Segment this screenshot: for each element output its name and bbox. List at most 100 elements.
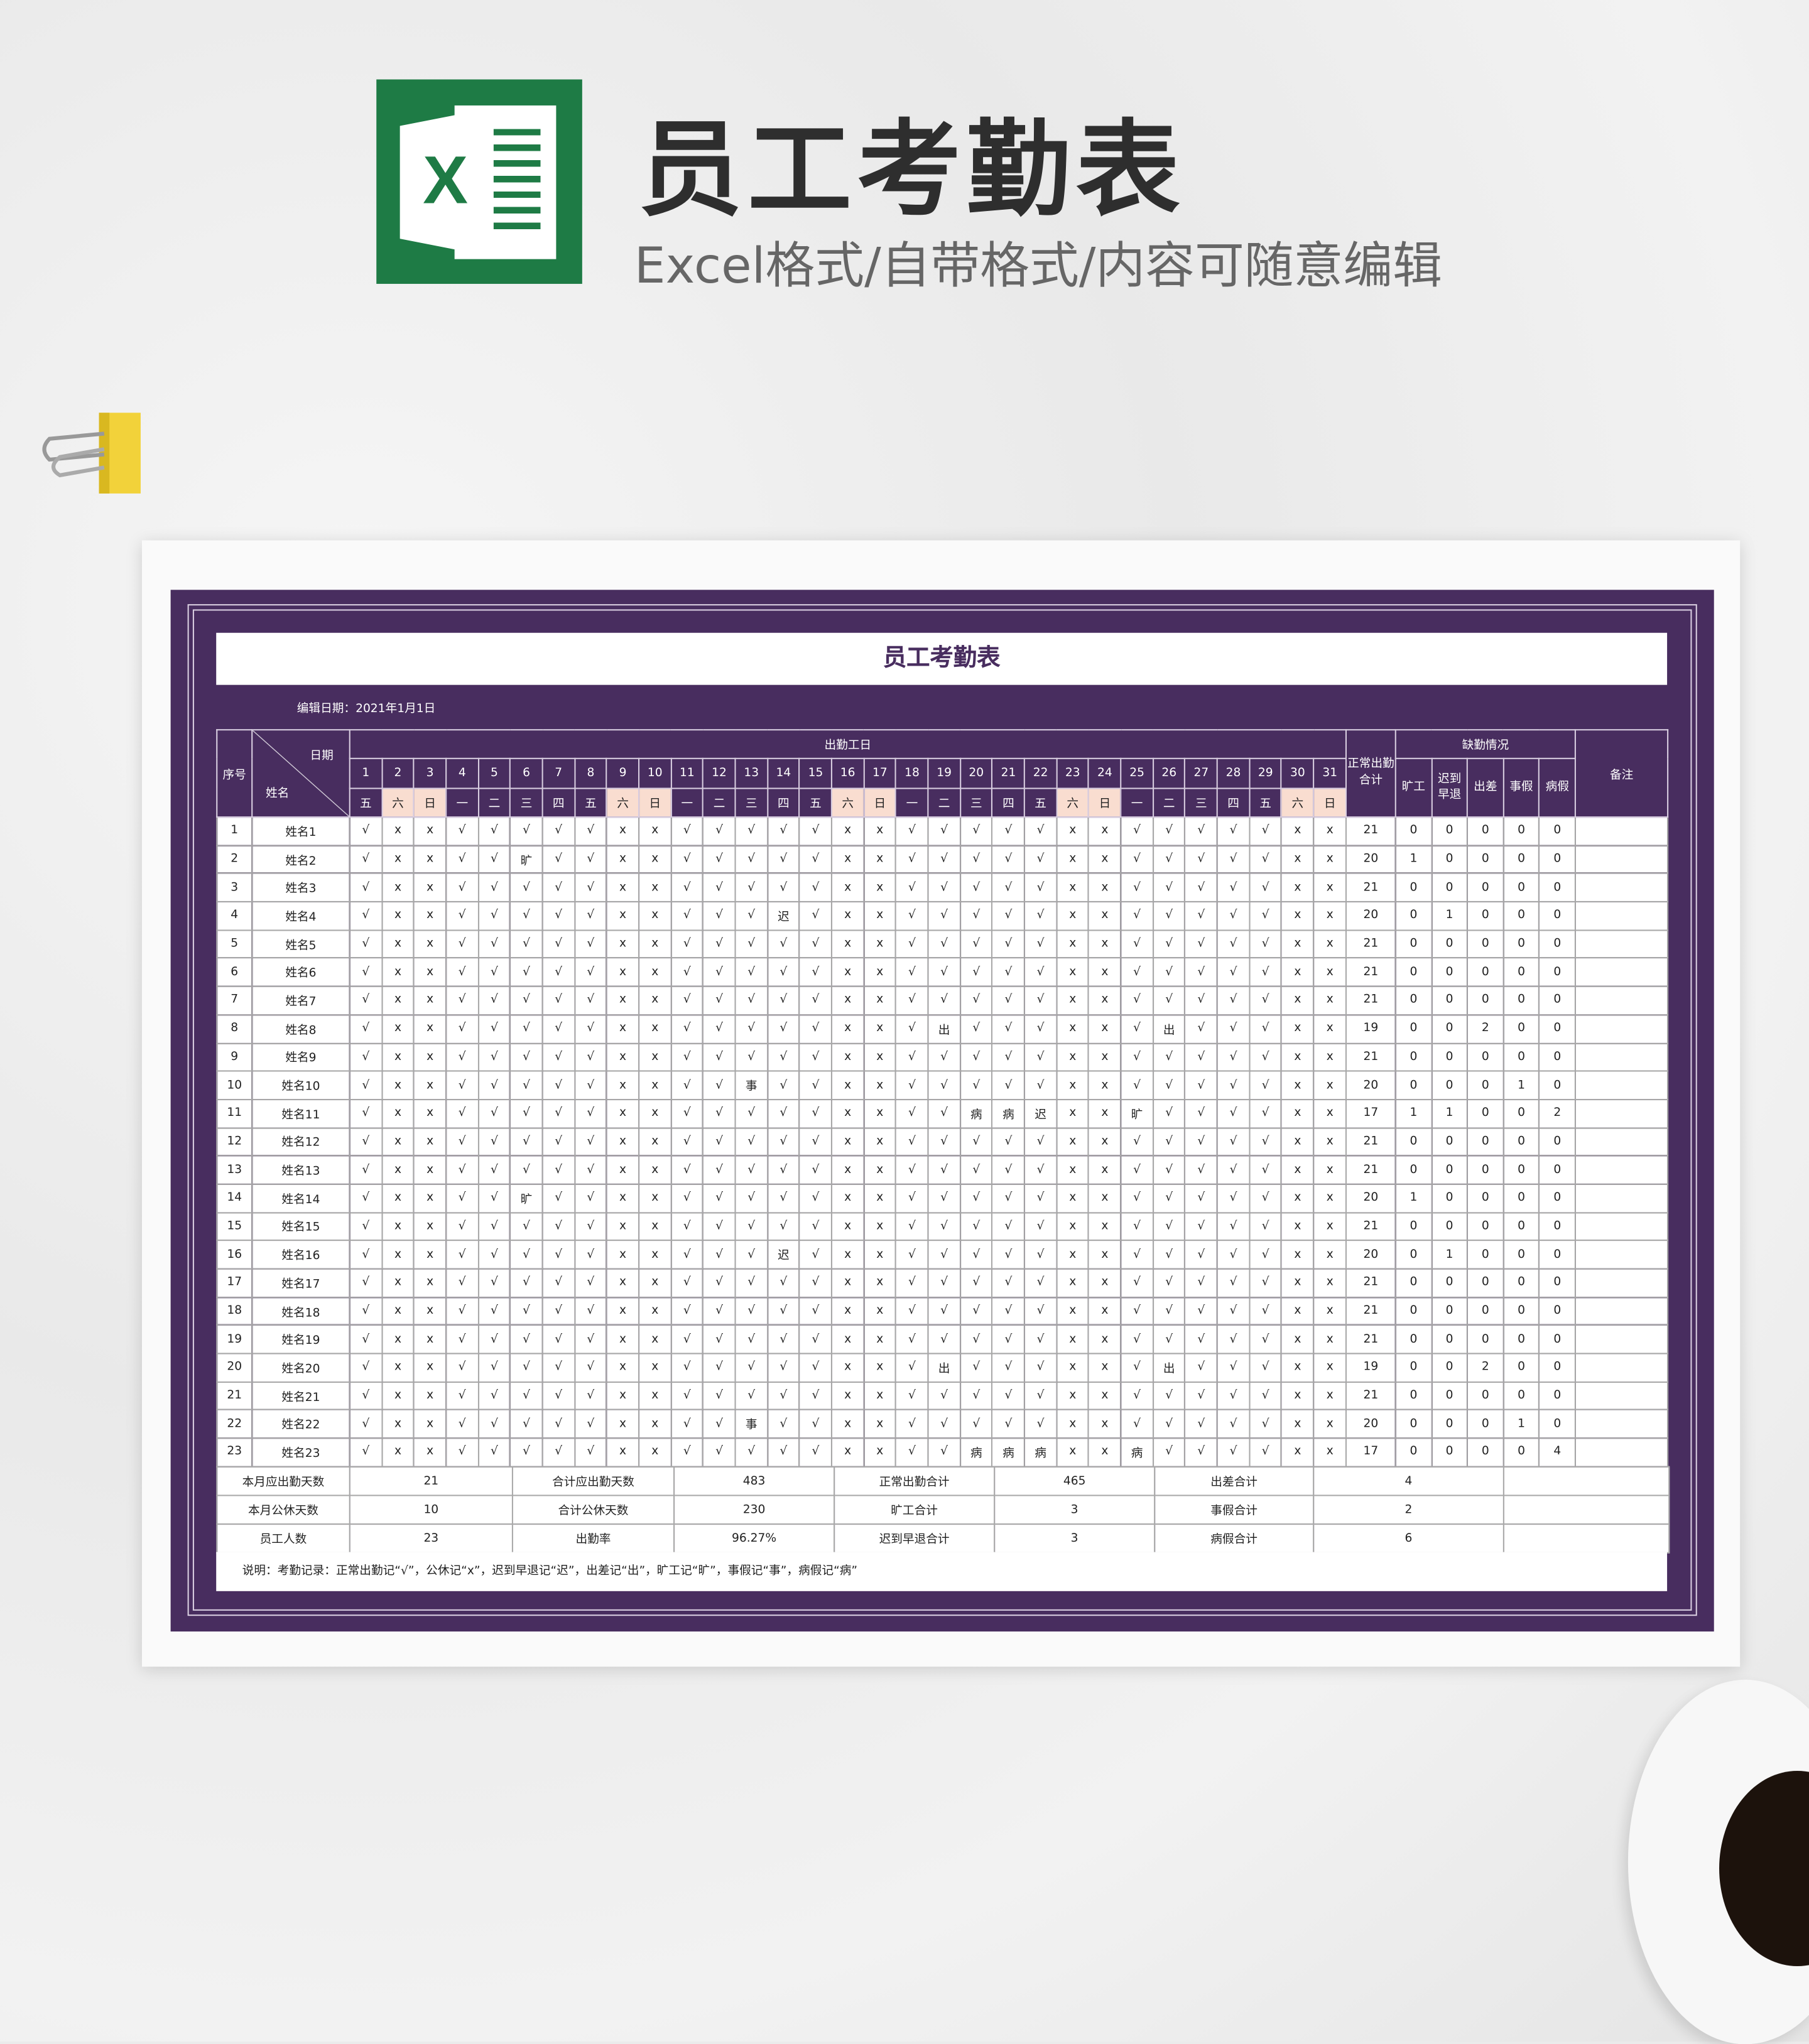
attendance-cell[interactable]: √ xyxy=(1249,1296,1283,1326)
attendance-cell[interactable]: x xyxy=(1281,1353,1315,1383)
attendance-cell[interactable]: √ xyxy=(959,1381,993,1411)
attendance-cell[interactable]: √ xyxy=(670,1127,704,1157)
attendance-cell[interactable]: √ xyxy=(541,1353,575,1383)
attendance-cell[interactable]: √ xyxy=(1120,845,1154,875)
attendance-cell[interactable]: √ xyxy=(1152,1183,1186,1213)
attendance-cell[interactable]: √ xyxy=(541,1296,575,1326)
attendance-cell[interactable]: x xyxy=(381,1240,415,1270)
attendance-cell[interactable]: x xyxy=(1281,1070,1315,1100)
attendance-cell[interactable]: x xyxy=(1281,1409,1315,1439)
attendance-cell[interactable]: x xyxy=(606,1042,640,1072)
attendance-cell[interactable]: x xyxy=(638,1183,672,1213)
attendance-cell[interactable]: x xyxy=(413,985,447,1015)
attendance-cell[interactable]: x xyxy=(606,1070,640,1100)
attendance-cell[interactable]: x xyxy=(413,1183,447,1213)
attendance-cell[interactable]: √ xyxy=(798,1240,833,1270)
attendance-cell[interactable]: √ xyxy=(991,1183,1026,1213)
attendance-cell[interactable]: √ xyxy=(445,1098,479,1128)
attendance-cell[interactable]: √ xyxy=(477,929,511,959)
attendance-cell[interactable]: x xyxy=(381,1353,415,1383)
attendance-cell[interactable]: √ xyxy=(1024,1240,1058,1270)
attendance-cell[interactable]: x xyxy=(863,816,897,846)
attendance-cell[interactable]: √ xyxy=(1216,1014,1251,1044)
attendance-cell[interactable]: √ xyxy=(509,1353,543,1383)
attendance-cell[interactable]: √ xyxy=(927,1324,961,1355)
attendance-cell[interactable]: √ xyxy=(734,1183,768,1213)
attendance-cell[interactable]: √ xyxy=(509,1098,543,1128)
attendance-cell[interactable]: x xyxy=(1281,873,1315,903)
attendance-cell[interactable]: √ xyxy=(798,1014,833,1044)
attendance-cell[interactable]: √ xyxy=(1216,1127,1251,1157)
attendance-cell[interactable]: √ xyxy=(349,873,383,903)
attendance-cell[interactable]: √ xyxy=(670,901,704,931)
attendance-cell[interactable]: √ xyxy=(1152,1127,1186,1157)
attendance-cell[interactable]: √ xyxy=(573,929,608,959)
attendance-cell[interactable]: √ xyxy=(1152,1268,1186,1298)
attendance-cell[interactable]: x xyxy=(1313,1437,1347,1468)
attendance-cell[interactable]: √ xyxy=(766,1353,800,1383)
attendance-cell[interactable]: √ xyxy=(895,1183,929,1213)
attendance-cell[interactable]: √ xyxy=(477,901,511,931)
attendance-cell[interactable]: x xyxy=(1281,1042,1315,1072)
attendance-cell[interactable]: √ xyxy=(1184,845,1219,875)
attendance-cell[interactable]: √ xyxy=(445,1437,479,1468)
attendance-cell[interactable]: x xyxy=(1313,1042,1347,1072)
attendance-cell[interactable]: x xyxy=(1088,1381,1122,1411)
attendance-cell[interactable]: √ xyxy=(895,1437,929,1468)
attendance-cell[interactable]: √ xyxy=(927,1127,961,1157)
attendance-cell[interactable]: x xyxy=(606,1381,640,1411)
attendance-cell[interactable]: √ xyxy=(1152,1381,1186,1411)
attendance-cell[interactable]: x xyxy=(381,1296,415,1326)
attendance-cell[interactable]: √ xyxy=(1024,873,1058,903)
attendance-cell[interactable]: √ xyxy=(734,1324,768,1355)
attendance-cell[interactable]: x xyxy=(381,1211,415,1241)
attendance-cell[interactable]: x xyxy=(606,1324,640,1355)
attendance-cell[interactable]: x xyxy=(413,1127,447,1157)
attendance-cell[interactable]: x xyxy=(863,1409,897,1439)
attendance-cell[interactable]: √ xyxy=(702,1268,736,1298)
attendance-cell[interactable]: √ xyxy=(349,1014,383,1044)
attendance-cell[interactable]: √ xyxy=(702,845,736,875)
attendance-cell[interactable]: √ xyxy=(766,873,800,903)
attendance-cell[interactable]: x xyxy=(606,1183,640,1213)
attendance-cell[interactable]: √ xyxy=(895,845,929,875)
attendance-cell[interactable]: x xyxy=(863,1381,897,1411)
attendance-cell[interactable]: x xyxy=(1088,1409,1122,1439)
attendance-cell[interactable]: √ xyxy=(573,901,608,931)
attendance-cell[interactable]: √ xyxy=(895,1211,929,1241)
attendance-cell[interactable]: √ xyxy=(1120,1381,1154,1411)
attendance-cell[interactable]: √ xyxy=(798,1155,833,1185)
attendance-cell[interactable]: √ xyxy=(1184,816,1219,846)
attendance-cell[interactable]: √ xyxy=(509,1268,543,1298)
attendance-cell[interactable]: √ xyxy=(895,1296,929,1326)
attendance-cell[interactable]: x xyxy=(606,1098,640,1128)
attendance-cell[interactable]: √ xyxy=(1024,1409,1058,1439)
attendance-cell[interactable]: √ xyxy=(1184,1268,1219,1298)
attendance-cell[interactable]: √ xyxy=(445,873,479,903)
attendance-cell[interactable]: √ xyxy=(991,1296,1026,1326)
attendance-cell[interactable]: √ xyxy=(509,1127,543,1157)
attendance-cell[interactable]: √ xyxy=(1120,957,1154,987)
attendance-cell[interactable]: √ xyxy=(573,1070,608,1100)
attendance-cell[interactable]: √ xyxy=(766,1324,800,1355)
attendance-cell[interactable]: √ xyxy=(670,1183,704,1213)
attendance-cell[interactable]: √ xyxy=(991,1211,1026,1241)
attendance-cell[interactable]: x xyxy=(638,1014,672,1044)
attendance-cell[interactable]: √ xyxy=(573,1127,608,1157)
attendance-cell[interactable]: √ xyxy=(573,1381,608,1411)
attendance-cell[interactable]: √ xyxy=(573,985,608,1015)
attendance-cell[interactable]: √ xyxy=(541,1014,575,1044)
attendance-cell[interactable]: √ xyxy=(477,1098,511,1128)
attendance-cell[interactable]: √ xyxy=(991,1409,1026,1439)
attendance-cell[interactable]: x xyxy=(606,901,640,931)
attendance-cell[interactable]: √ xyxy=(670,845,704,875)
attendance-cell[interactable]: √ xyxy=(1120,1014,1154,1044)
attendance-cell[interactable]: x xyxy=(413,1098,447,1128)
attendance-cell[interactable]: √ xyxy=(349,845,383,875)
attendance-cell[interactable]: √ xyxy=(509,957,543,987)
attendance-cell[interactable]: √ xyxy=(702,1042,736,1072)
attendance-cell[interactable]: x xyxy=(1088,816,1122,846)
attendance-cell[interactable]: x xyxy=(831,985,865,1015)
attendance-cell[interactable]: x xyxy=(638,929,672,959)
attendance-cell[interactable]: √ xyxy=(1120,1042,1154,1072)
